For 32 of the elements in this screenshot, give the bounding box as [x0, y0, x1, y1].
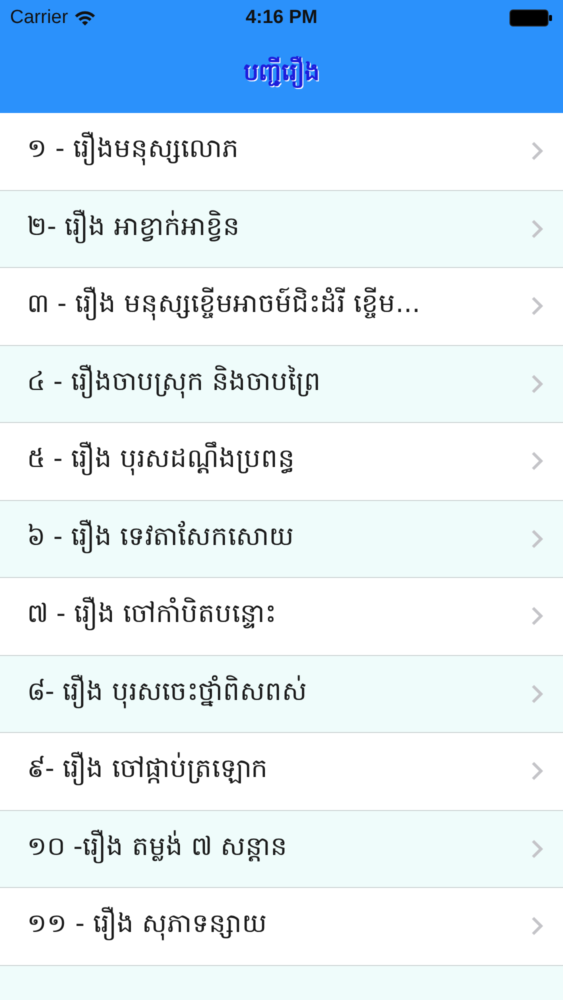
carrier-label: Carrier: [10, 7, 68, 29]
story-title: ១០ -រឿង តម្លង់ ៧ សន្ដាន: [27, 830, 288, 866]
chevron-icon: [531, 528, 543, 549]
story-title: ៤ - រឿងចាបស្រុក និងចាបព្រៃ: [27, 364, 322, 400]
chevron-icon: [531, 606, 543, 626]
story-row[interactable]: ៦ - រឿង ទេវតាសែកសោយ: [0, 500, 563, 578]
story-title: ១១ - រឿង សុភាទន្សាយ: [27, 907, 531, 946]
story-row[interactable]: ៤ - រឿងចាបស្រុក និងចាបព្រៃ: [0, 346, 563, 423]
story-title: ៨- រឿង បុរសចេះថ្នាំពិសពស់: [27, 674, 308, 710]
story-row[interactable]: ១០ -រឿង តម្លង់ ៧ សន្ដាន: [0, 810, 563, 888]
story-title: ២- រឿង អាខ្វាក់អាខ្វិន: [27, 210, 241, 246]
chevron-icon: [531, 684, 543, 704]
chevron-icon: [531, 141, 543, 162]
story-title: ៩- រឿង ចៅផ្កាប់ត្រឡោក: [27, 752, 531, 790]
nav-title: បញ្ជីរឿង: [244, 57, 320, 90]
chevron-icon: [531, 296, 543, 316]
chevron-icon: [531, 451, 543, 472]
story-row[interactable]: ២- រឿង អាខ្វាក់អាខ្វិន: [0, 190, 563, 268]
chevron-icon: [531, 374, 543, 394]
battery-icon: [509, 9, 553, 27]
wifi-icon: [74, 10, 96, 26]
status-time: 4:16 PM: [246, 7, 318, 28]
story-title: ៦ - រឿង ទេវតាសែកសោយ: [27, 520, 296, 556]
story-title: ៣ - រឿង មនុស្សខ្ចើមអាចម៍ជិះដំរី ខ្ចើម...: [27, 287, 531, 326]
chevron-icon: [531, 218, 543, 239]
story-title: ៥ - រឿង បុរសដណ្ដឹងប្រពន្ធ: [27, 442, 531, 480]
chevron-icon: [531, 916, 543, 936]
chevron-icon: [531, 761, 543, 782]
story-row[interactable]: ៨- រឿង បុរសចេះថ្នាំពិសពស់: [0, 656, 563, 733]
story-title: ១ - រឿងមនុស្សលោភ: [27, 132, 531, 170]
chevron-icon: [531, 838, 543, 859]
story-title: ៧ - រឿង ចៅកាំបិតបន្ទោះ: [27, 597, 531, 636]
